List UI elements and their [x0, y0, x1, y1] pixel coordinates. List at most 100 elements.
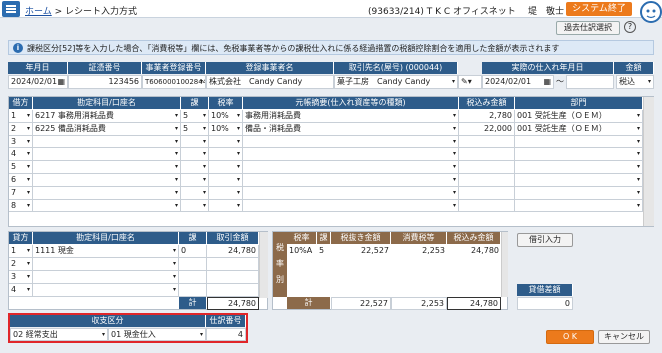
chevron-down-icon[interactable]: ▾ — [27, 174, 30, 185]
credit-ka-cell[interactable]: 0 — [179, 245, 207, 258]
row-number[interactable]: 4 ▾ — [9, 284, 33, 297]
chevron-down-icon[interactable]: ▾ — [175, 148, 178, 159]
debit-dept-cell[interactable]: ▾ — [515, 135, 643, 149]
date-field[interactable]: 2024/02/01 ▦ — [8, 75, 68, 89]
debit-ka-cell[interactable]: ▾ — [181, 135, 209, 149]
income-kubun1-select[interactable]: 02 経常支出 ▾ — [10, 328, 108, 341]
debit-amount-cell[interactable] — [459, 186, 515, 200]
debit-memo-cell[interactable]: ▾ — [243, 199, 459, 213]
debit-rate-cell[interactable]: ▾ — [209, 186, 243, 200]
chevron-down-icon[interactable]: ▾ — [453, 161, 456, 172]
chevron-down-icon[interactable]: ▾ — [175, 187, 178, 198]
row-number[interactable]: 2 ▾ — [9, 258, 33, 271]
debit-amount-cell[interactable] — [459, 199, 515, 213]
debit-account-cell[interactable]: 6225 備品消耗品費 ▾ — [33, 122, 181, 136]
chevron-down-icon[interactable]: ▾ — [453, 174, 456, 185]
chevron-down-icon[interactable]: ▾ — [203, 174, 206, 185]
debit-amount-cell[interactable]: 2,780 — [459, 110, 515, 123]
debit-ka-cell[interactable]: 5 ▾ — [181, 122, 209, 136]
chevron-down-icon[interactable]: ▾ — [637, 148, 640, 159]
chevron-down-icon[interactable]: ▾ — [27, 271, 30, 282]
debit-amount-cell[interactable] — [459, 148, 515, 162]
debit-dept-cell[interactable]: ▾ — [515, 174, 643, 187]
row-number[interactable]: 5 ▾ — [9, 161, 33, 174]
chevron-down-icon[interactable]: ▾ — [173, 258, 176, 269]
chevron-down-icon[interactable]: ▾ — [175, 110, 178, 121]
credit-account-cell[interactable]: 1111 現金 ▾ — [33, 245, 179, 258]
amount-type-select[interactable]: 税込 ▾ — [616, 75, 654, 89]
help-icon[interactable]: ? — [624, 21, 636, 33]
debit-memo-cell[interactable]: 備品・消耗品費 ▾ — [243, 122, 459, 136]
credit-scrollbar[interactable] — [259, 232, 268, 298]
chevron-down-icon[interactable]: ▾ — [637, 123, 640, 134]
debit-account-cell[interactable]: ▾ — [33, 161, 181, 174]
debit-rate-cell[interactable]: 10% ▾ — [209, 122, 243, 136]
debit-rate-cell[interactable]: ▾ — [209, 161, 243, 174]
debit-account-cell[interactable]: ▾ — [33, 186, 181, 200]
chevron-down-icon[interactable]: ▾ — [237, 187, 240, 198]
debit-ka-cell[interactable]: ▾ — [181, 161, 209, 174]
chevron-down-icon[interactable]: ▾ — [173, 245, 176, 256]
voucher-number-field[interactable]: 123456 — [68, 75, 142, 89]
reg-number-field[interactable]: T6060001002844 ▾ — [142, 75, 206, 89]
debit-memo-cell[interactable]: ▾ — [243, 148, 459, 162]
chevron-down-icon[interactable]: ▾ — [203, 136, 206, 147]
past-journal-select-button[interactable]: 過去仕訳選択 — [556, 21, 620, 35]
debit-amount-cell[interactable]: 22,000 — [459, 122, 515, 136]
calendar-icon[interactable]: ▦ — [543, 76, 551, 88]
chevron-down-icon[interactable]: ▾ — [237, 161, 240, 172]
chevron-down-icon[interactable]: ▾ — [173, 271, 176, 282]
debit-memo-cell[interactable]: ▾ — [243, 135, 459, 149]
calendar-icon[interactable]: ▦ — [57, 76, 65, 88]
debit-memo-cell[interactable]: ▾ — [243, 174, 459, 187]
debit-memo-cell[interactable]: 事務用消耗品費 ▾ — [243, 110, 459, 123]
row-number[interactable]: 6 ▾ — [9, 174, 33, 187]
debit-account-cell[interactable]: ▾ — [33, 199, 181, 213]
debit-scrollbar[interactable] — [643, 97, 654, 226]
chevron-down-icon[interactable]: ▾ — [27, 200, 30, 211]
row-number[interactable]: 8 ▾ — [9, 199, 33, 213]
debit-rate-cell[interactable]: ▾ — [209, 174, 243, 187]
chevron-down-icon[interactable]: ▾ — [203, 187, 206, 198]
chevron-down-icon[interactable]: ▾ — [237, 136, 240, 147]
chevron-down-icon[interactable]: ▾ — [637, 161, 640, 172]
debit-amount-cell[interactable] — [459, 135, 515, 149]
debit-memo-cell[interactable]: ▾ — [243, 186, 459, 200]
row-number[interactable]: 1 ▾ — [9, 245, 33, 258]
actual-date-field[interactable]: 2024/02/01 ▦ — [482, 75, 554, 89]
chevron-down-icon[interactable]: ▾ — [203, 161, 206, 172]
chevron-down-icon[interactable]: ▾ — [203, 148, 206, 159]
chevron-down-icon[interactable]: ▾ — [453, 136, 456, 147]
hamburger-icon[interactable] — [2, 1, 20, 17]
chevron-down-icon[interactable]: ▾ — [27, 258, 30, 269]
tax-scrollbar[interactable] — [501, 232, 508, 297]
debit-account-cell[interactable]: ▾ — [33, 135, 181, 149]
chevron-down-icon[interactable]: ▾ — [203, 123, 206, 134]
debit-ka-cell[interactable]: ▾ — [181, 148, 209, 162]
chevron-down-icon[interactable]: ▾ — [175, 200, 178, 211]
chevron-down-icon[interactable]: ▾ — [453, 148, 456, 159]
chevron-down-icon[interactable]: ▾ — [203, 110, 206, 121]
actual-date-end-field[interactable] — [566, 75, 614, 89]
row-number[interactable]: 3 ▾ — [9, 271, 33, 284]
receipt-input-button[interactable]: 借引入力 — [517, 233, 573, 247]
chevron-down-icon[interactable]: ▾ — [175, 136, 178, 147]
chevron-down-icon[interactable]: ▾ — [237, 174, 240, 185]
chevron-down-icon[interactable]: ▾ — [27, 284, 30, 295]
income-kubun2-select[interactable]: 01 現金仕入 ▾ — [108, 328, 206, 341]
debit-dept-cell[interactable]: ▾ — [515, 199, 643, 213]
credit-ka-cell[interactable] — [179, 258, 207, 271]
row-number[interactable]: 7 ▾ — [9, 186, 33, 200]
system-exit-button[interactable]: システム終了 — [566, 2, 632, 16]
debit-dept-cell[interactable]: ▾ — [515, 148, 643, 162]
chevron-down-icon[interactable]: ▾ — [637, 187, 640, 198]
debit-ka-cell[interactable]: ▾ — [181, 186, 209, 200]
debit-ka-cell[interactable]: ▾ — [181, 199, 209, 213]
chevron-down-icon[interactable]: ▾ — [175, 161, 178, 172]
home-link[interactable]: ホーム — [25, 7, 52, 17]
chevron-down-icon[interactable]: ▾ — [237, 200, 240, 211]
debit-account-cell[interactable]: ▾ — [33, 174, 181, 187]
debit-dept-cell[interactable]: 001 受託生産（ＯＥＭ） ▾ — [515, 122, 643, 136]
chevron-down-icon[interactable]: ▾ — [453, 123, 456, 134]
chevron-down-icon[interactable]: ▾ — [27, 110, 30, 121]
